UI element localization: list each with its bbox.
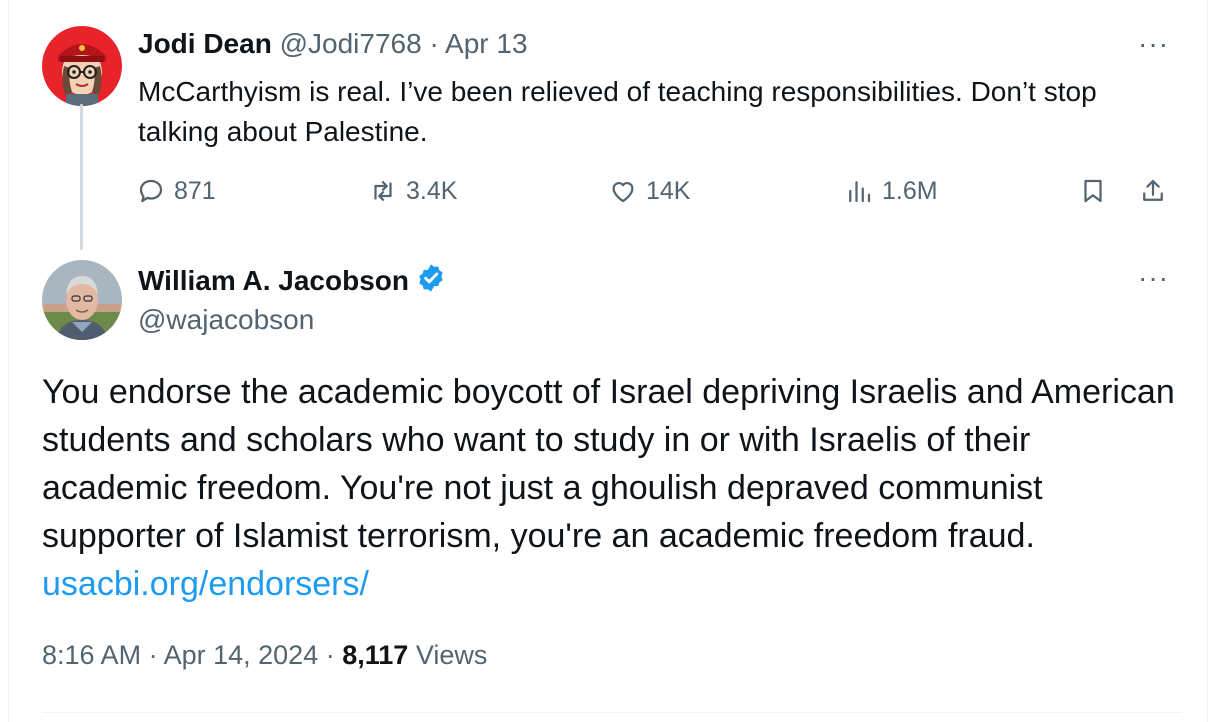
bookmark-icon (1084, 179, 1102, 203)
main-tweet-text-block: You endorse the academic boycott of Isra… (42, 368, 1182, 608)
meta-separator-1: · (148, 640, 158, 670)
like-count: 14K (646, 176, 691, 205)
comment-icon (139, 179, 163, 203)
main-author-name[interactable]: William A. Jacobson (138, 265, 409, 296)
reply-date[interactable]: Apr 13 (445, 28, 528, 59)
reply-author-name[interactable]: Jodi Dean (138, 28, 272, 59)
repost-count: 3.4K (406, 176, 458, 205)
analytics-icon (849, 181, 871, 203)
repost-icon (374, 181, 392, 201)
reply-author-handle[interactable]: @Jodi7768 (280, 28, 422, 59)
tweet-link[interactable]: usacbi.org/endorsers/ (42, 560, 1182, 608)
verified-badge-icon (419, 264, 443, 292)
bottom-divider (42, 712, 1182, 713)
reply-action-bar: 871 3.4K 14K 1.6M (136, 176, 1176, 216)
tweet-date[interactable]: Apr 14, 2024 (164, 640, 319, 670)
repost-button[interactable]: 3.4K (368, 176, 457, 206)
views-count: 1.6M (882, 176, 938, 205)
views-button[interactable]: 1.6M (844, 176, 938, 206)
share-icon (1143, 179, 1163, 201)
bookmark-button[interactable] (1078, 176, 1108, 206)
reply-tweet-header: Jodi Dean @Jodi7768 · Apr 13 (138, 28, 528, 60)
meta-separator-2: · (325, 640, 335, 670)
like-button[interactable]: 14K (608, 176, 690, 206)
views-number: 8,117 (342, 640, 409, 670)
tweet-metadata: 8:16 AM · Apr 14, 2024 · 8,117 Views (42, 640, 487, 671)
william-jacobson-avatar[interactable] (42, 260, 122, 340)
share-button[interactable] (1138, 176, 1168, 206)
reply-count: 871 (174, 176, 216, 205)
reply-separator: · (429, 28, 439, 59)
main-tweet-author-line: William A. Jacobson (138, 262, 447, 297)
tweet-time[interactable]: 8:16 AM (42, 640, 141, 670)
heart-icon (612, 182, 634, 203)
jodi-dean-avatar[interactable] (42, 26, 122, 106)
main-more-options-icon[interactable]: ··· (1138, 264, 1169, 292)
thread-connector-line (80, 104, 83, 250)
reply-button[interactable]: 871 (136, 176, 216, 206)
main-author-handle[interactable]: @wajacobson (138, 304, 314, 336)
views-label: Views (415, 640, 488, 670)
reply-tweet-text: McCarthyism is real. I’ve been relieved … (138, 76, 1097, 147)
reply-more-options-icon[interactable]: ··· (1138, 30, 1169, 58)
main-tweet-text: You endorse the academic boycott of Isra… (42, 373, 1175, 555)
